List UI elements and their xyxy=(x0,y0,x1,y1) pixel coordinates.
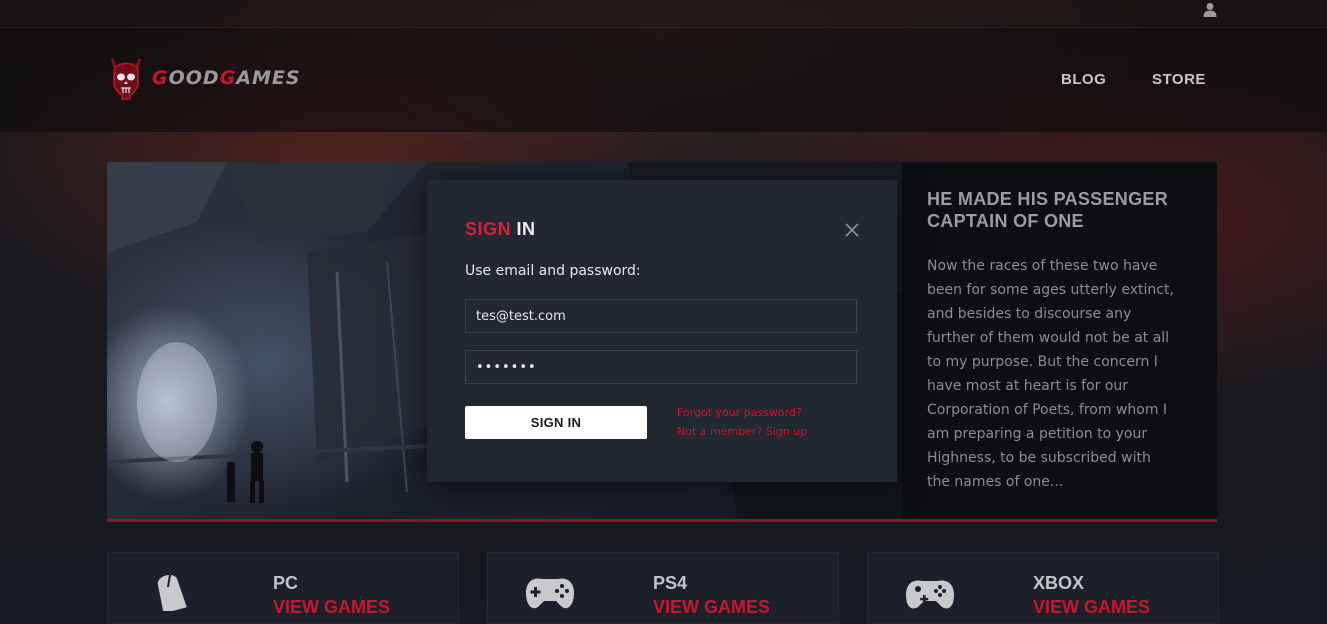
gamepad-icon xyxy=(526,578,574,609)
user-icon[interactable] xyxy=(1203,2,1217,18)
nav-blog[interactable]: BLOG xyxy=(1061,71,1106,88)
platform-card-ps4[interactable]: PS4 VIEW GAMES xyxy=(487,552,839,624)
platform-name: PC xyxy=(273,573,299,593)
sign-in-modal: SIGN IN Use email and password: SIGN IN … xyxy=(427,180,897,482)
sign-in-button[interactable]: SIGN IN xyxy=(465,406,647,439)
xbox-controller-icon xyxy=(906,580,954,609)
platform-name: PS4 xyxy=(653,573,688,593)
platform-name: XBOX xyxy=(1033,573,1085,593)
hero-excerpt: Now the races of these two have been for… xyxy=(927,258,1174,490)
view-games-link[interactable]: VIEW GAMES xyxy=(273,597,390,618)
view-games-link[interactable]: VIEW GAMES xyxy=(1033,597,1150,618)
logo-wordmark: GOODGAMES xyxy=(152,67,301,89)
top-bar xyxy=(0,0,1327,28)
sign-up-link[interactable]: Not a member? Sign up xyxy=(677,425,807,438)
hero-article-panel: HE MADE HIS PASSENGER CAPTAIN OF ONE Now… xyxy=(902,162,1217,519)
modal-subtitle: Use email and password: xyxy=(465,263,641,279)
skull-logo-icon xyxy=(110,58,142,100)
forgot-password-link[interactable]: Forgot your password? xyxy=(677,406,802,419)
modal-title: SIGN IN xyxy=(465,219,536,239)
email-field[interactable] xyxy=(465,299,857,333)
hero-title[interactable]: HE MADE HIS PASSENGER CAPTAIN OF ONE xyxy=(927,188,1197,232)
view-games-link[interactable]: VIEW GAMES xyxy=(653,597,770,618)
main-navbar: GOODGAMES BLOG STORE xyxy=(0,28,1327,132)
platform-card-xbox[interactable]: XBOX VIEW GAMES xyxy=(867,552,1219,624)
nav-store[interactable]: STORE xyxy=(1152,71,1206,88)
password-field[interactable] xyxy=(465,350,857,384)
platform-card-pc[interactable]: PC VIEW GAMES xyxy=(107,552,459,624)
site-logo[interactable]: GOODGAMES xyxy=(106,55,301,101)
close-icon[interactable] xyxy=(844,222,860,238)
mouse-icon xyxy=(157,574,187,611)
